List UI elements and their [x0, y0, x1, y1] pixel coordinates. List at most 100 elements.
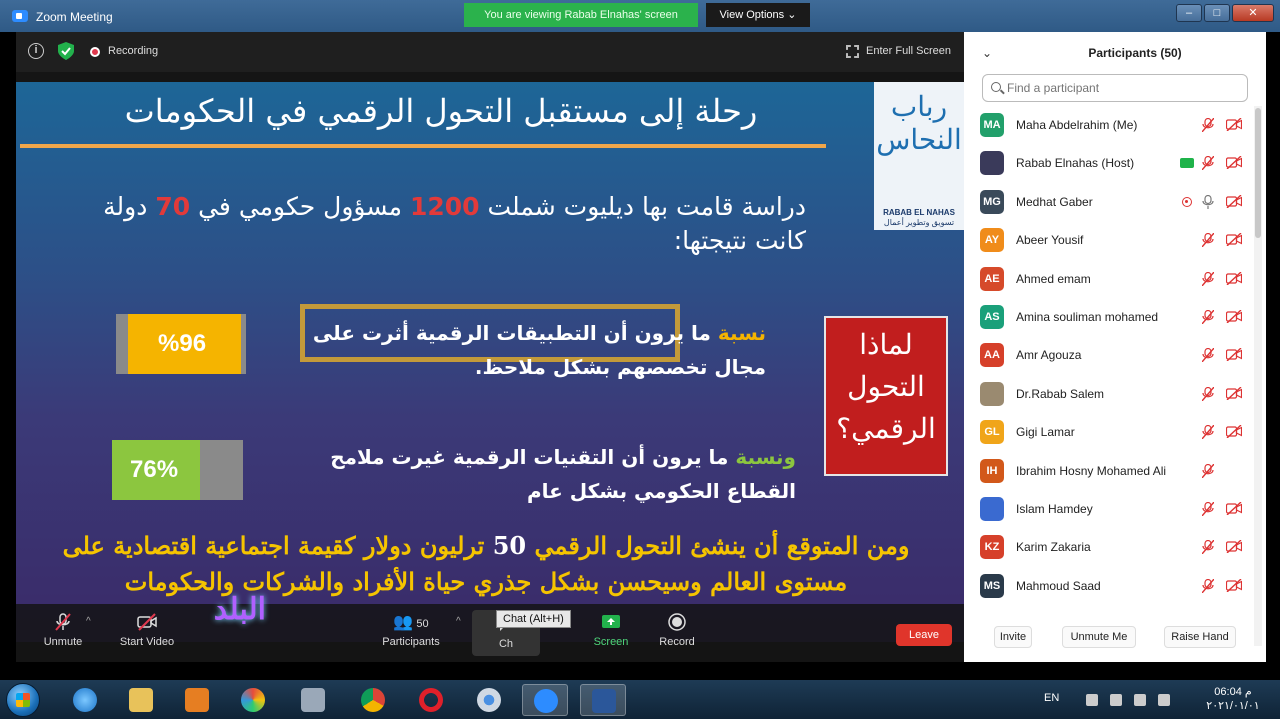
- unmute-me-button[interactable]: Unmute Me: [1062, 626, 1136, 648]
- maximize-button[interactable]: □: [1204, 4, 1230, 22]
- avatar: AA: [980, 343, 1004, 368]
- chrome-taskbar-button[interactable]: [350, 684, 396, 716]
- mic-off-icon: [55, 613, 71, 631]
- folder-icon: [129, 688, 153, 712]
- chrome-2-taskbar-button[interactable]: [466, 684, 512, 716]
- title-bar: Zoom Meeting You are viewing Rabab Elnah…: [0, 0, 1280, 32]
- stat-bar-96: %96: [116, 314, 246, 374]
- participant-search[interactable]: [982, 74, 1248, 102]
- battery-icon[interactable]: [1134, 694, 1146, 706]
- mic-off-icon: [1201, 386, 1215, 402]
- close-button[interactable]: ✕: [1232, 4, 1274, 22]
- clock[interactable]: 06:04 م ٢٠٢١/٠١/٠١: [1198, 685, 1268, 713]
- mic-off-icon: [1201, 501, 1215, 517]
- opera-icon: [419, 688, 443, 712]
- participant-row[interactable]: AY Abeer Yousif: [964, 221, 1254, 259]
- mic-off-icon: [1201, 271, 1215, 287]
- search-icon: [991, 82, 1001, 92]
- participant-row[interactable]: GL Gigi Lamar: [964, 413, 1254, 451]
- volume-icon[interactable]: [1158, 694, 1170, 706]
- media-taskbar-button[interactable]: [174, 684, 220, 716]
- share-screen-label: Screen: [593, 636, 629, 648]
- word-taskbar-button[interactable]: [580, 684, 626, 716]
- avatar: MS: [980, 573, 1004, 598]
- mic-off-icon: [1201, 155, 1215, 171]
- audio-options-caret[interactable]: ^: [86, 616, 91, 627]
- logo-subtitle: تسويق وتطوير أعمال: [883, 218, 955, 227]
- info-icon[interactable]: i: [28, 43, 44, 59]
- share-screen-button[interactable]: Screen: [576, 612, 646, 648]
- search-input[interactable]: [1007, 79, 1237, 97]
- participants-scrollbar[interactable]: [1254, 106, 1262, 646]
- window-controls: – □ ✕: [1176, 4, 1274, 24]
- stat-2-body: ما يرون أن التقنيات الرقمية غيرت ملامح ا…: [330, 445, 796, 503]
- participant-row[interactable]: IH Ibrahim Hosny Mohamed Ali: [964, 452, 1254, 490]
- meeting-top-bar: i Recording Enter Full Screen: [16, 32, 964, 72]
- scrollbar-thumb[interactable]: [1255, 108, 1261, 238]
- language-indicator[interactable]: EN: [1044, 692, 1059, 704]
- avatar: KZ: [980, 535, 1004, 560]
- participants-button[interactable]: 👥 50 Participants: [378, 612, 444, 648]
- calculator-icon: [301, 688, 325, 712]
- avatar: AY: [980, 228, 1004, 253]
- minimize-button[interactable]: –: [1176, 4, 1202, 22]
- opera-taskbar-button[interactable]: [408, 684, 454, 716]
- recording-label[interactable]: Recording: [108, 45, 158, 57]
- participant-row[interactable]: MG Medhat Gaber: [964, 183, 1254, 221]
- media-player-icon: [185, 688, 209, 712]
- video-off-icon: [1225, 424, 1243, 439]
- participant-row[interactable]: MA Maha Abdelrahim (Me): [964, 106, 1254, 144]
- clock-date: ٢٠٢١/٠١/٠١: [1206, 700, 1260, 712]
- participant-row[interactable]: AA Amr Agouza: [964, 336, 1254, 374]
- record-button[interactable]: Record: [652, 612, 702, 648]
- ie-taskbar-button[interactable]: [62, 684, 108, 716]
- title-divider: [20, 144, 826, 148]
- participant-name: Rabab Elnahas (Host): [1016, 156, 1135, 171]
- invite-button[interactable]: Invite: [994, 626, 1032, 648]
- participant-row[interactable]: Rabab Elnahas (Host): [964, 144, 1254, 182]
- stat-2-accent: ونسبة: [735, 445, 796, 469]
- recording-icon: [90, 47, 100, 57]
- enter-full-screen-button[interactable]: Enter Full Screen: [866, 45, 951, 57]
- participants-label: Participants: [382, 636, 440, 648]
- network-icon[interactable]: [1110, 694, 1122, 706]
- recording-icon: [1182, 196, 1192, 207]
- chrome-icon: [361, 688, 385, 712]
- explorer-taskbar-button[interactable]: [118, 684, 164, 716]
- participant-row[interactable]: MS Mahmoud Saad: [964, 567, 1254, 605]
- raise-hand-button[interactable]: Raise Hand: [1164, 626, 1236, 648]
- unmute-button[interactable]: Unmute: [38, 612, 88, 648]
- video-off-icon: [1225, 309, 1243, 324]
- participant-row[interactable]: KZ Karim Zakaria: [964, 528, 1254, 566]
- participants-options-caret[interactable]: ^: [456, 616, 461, 627]
- participants-title: Participants (50): [1088, 46, 1182, 60]
- stat-1-accent: نسبة: [717, 321, 766, 345]
- participant-row[interactable]: AE Ahmed emam: [964, 260, 1254, 298]
- leave-button[interactable]: Leave: [896, 624, 952, 646]
- view-options-button[interactable]: View Options ⌄: [706, 3, 810, 27]
- participant-row[interactable]: Islam Hamdey: [964, 490, 1254, 528]
- calculator-taskbar-button[interactable]: [290, 684, 336, 716]
- shield-icon[interactable]: [58, 42, 74, 60]
- participant-row[interactable]: AS Amina souliman mohamed: [964, 298, 1254, 336]
- video-off-icon: [1225, 194, 1243, 209]
- full-screen-icon[interactable]: [846, 45, 859, 58]
- flag-icon[interactable]: [1086, 694, 1098, 706]
- meeting-toolbar: Unmute ^ Start Video 👥 50 Participants ^…: [16, 604, 964, 662]
- paint-taskbar-button[interactable]: [230, 684, 276, 716]
- avatar: [980, 496, 1004, 521]
- participants-icon-wrap: 👥 50: [378, 612, 444, 636]
- participant-name: Dr.Rabab Salem: [1016, 386, 1105, 401]
- avatar: AE: [980, 266, 1004, 291]
- mic-off-icon: [1201, 117, 1215, 133]
- participant-name: Maha Abdelrahim (Me): [1016, 118, 1138, 132]
- start-button[interactable]: [6, 683, 40, 717]
- zoom-taskbar-button[interactable]: [522, 684, 568, 716]
- zoom-window: Zoom Meeting You are viewing Rabab Elnah…: [0, 0, 1280, 719]
- chrome-icon: [477, 688, 501, 712]
- mic-off-icon: [1201, 539, 1215, 555]
- zoom-icon: [534, 689, 558, 713]
- participant-row[interactable]: Dr.Rabab Salem: [964, 375, 1254, 413]
- video-off-icon: [1225, 117, 1243, 132]
- participant-name: Ahmed emam: [1016, 271, 1091, 286]
